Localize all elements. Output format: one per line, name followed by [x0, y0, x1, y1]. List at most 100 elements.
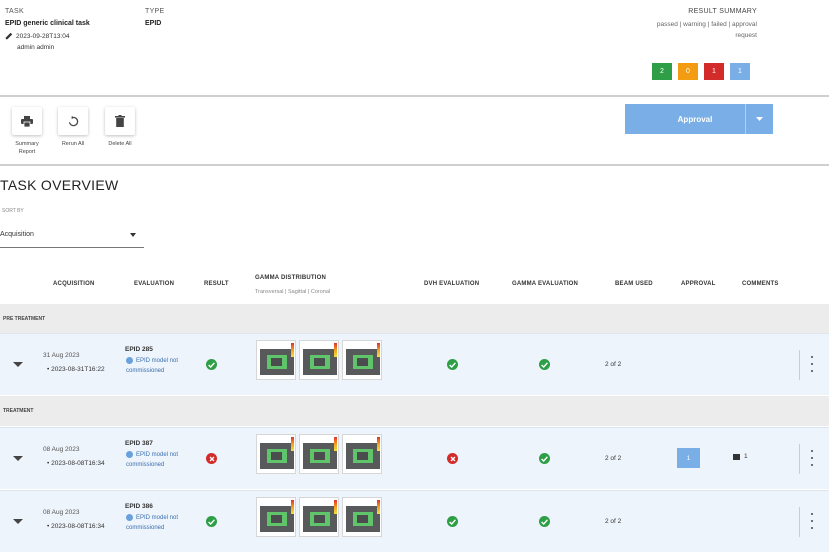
printer-icon: [21, 115, 33, 127]
more-options-icon[interactable]: [810, 450, 814, 466]
summary-report-tile[interactable]: [12, 107, 42, 135]
sort-by-value: Acquisition: [0, 231, 34, 238]
task-timestamp: 2023-09-28T13:04: [16, 32, 70, 40]
beams-used: 2 of 2: [605, 361, 622, 368]
approval-request-badge[interactable]: 1: [677, 448, 700, 468]
caret-down-icon: [756, 117, 763, 121]
delete-all-button[interactable]: Delete All: [104, 107, 136, 148]
type-value: EPID: [145, 20, 162, 27]
gamma-coronal-thumbnail[interactable]: [342, 340, 382, 380]
dvh-passed-icon: [447, 516, 458, 527]
acquisition-date: 08 Aug 2023: [43, 509, 80, 516]
sort-by-label: SORT BY: [2, 208, 24, 214]
caret-down-icon: [130, 232, 136, 237]
acquisition-timestamp-value: 2023-08-31T16:22: [51, 366, 105, 373]
chevron-down-icon[interactable]: [12, 453, 24, 463]
warning-badge[interactable]: 0: [678, 63, 698, 80]
gamma-distribution-thumbnails: [256, 497, 382, 537]
col-evaluation[interactable]: EVALUATION: [134, 281, 174, 287]
col-gamma-evaluation[interactable]: GAMMA EVALUATION: [512, 281, 578, 287]
comment-icon: [733, 453, 740, 460]
task-info: TASK EPID generic clinical task 2023-09-…: [5, 8, 90, 51]
approval-button[interactable]: Approval: [625, 104, 773, 134]
gamma-transversal-thumbnail[interactable]: [256, 340, 296, 380]
evaluation-name[interactable]: EPID 285: [125, 346, 153, 353]
row-separator: [799, 507, 800, 537]
evaluation-message: EPID model not commissioned: [126, 513, 202, 533]
gamma-coronal-thumbnail[interactable]: [342, 434, 382, 474]
table-row[interactable]: 08 Aug 2023 • 2023-08-08T16:34 EPID 386 …: [0, 490, 829, 552]
beams-used: 2 of 2: [605, 518, 622, 525]
result-summary-title: RESULT SUMMARY: [688, 8, 757, 15]
dvh-failed-icon: [447, 453, 458, 464]
passed-badge[interactable]: 2: [652, 63, 672, 80]
table-header: ACQUISITION EVALUATION RESULT GAMMA DIST…: [0, 270, 829, 304]
legend-line-1: passed | warning | failed | approval: [656, 21, 757, 28]
task-timestamp-line: 2023-09-28T13:04: [5, 32, 90, 40]
gamma-passed-icon: [539, 359, 550, 370]
comments-indicator[interactable]: 1: [733, 453, 748, 460]
acquisition-timestamp: • 2023-08-08T16:34: [47, 460, 105, 467]
col-result[interactable]: RESULT: [204, 281, 229, 287]
chevron-down-icon[interactable]: [12, 516, 24, 526]
gamma-passed-icon: [539, 453, 550, 464]
more-options-icon[interactable]: [810, 356, 814, 372]
col-gamma-subheader: Transversal | Sagittal | Coronal: [255, 289, 331, 295]
more-options-icon[interactable]: [810, 513, 814, 529]
type-label: TYPE: [145, 8, 165, 15]
summary-report-label-1: Summary: [15, 141, 39, 147]
acquisition-timestamp-value: 2023-08-08T16:34: [51, 523, 105, 530]
col-comments[interactable]: COMMENTS: [742, 281, 779, 287]
chevron-down-icon[interactable]: [12, 359, 24, 369]
result-summary-legend: passed | warning | failed | approval req…: [607, 19, 757, 41]
table-row[interactable]: 31 Aug 2023 • 2023-08-31T16:22 EPID 285 …: [0, 333, 829, 395]
delete-all-label: Delete All: [108, 141, 132, 147]
result-summary: RESULT SUMMARY passed | warning | failed…: [607, 8, 757, 41]
task-label: TASK: [5, 8, 24, 15]
info-icon: [126, 356, 133, 364]
evaluation-name[interactable]: EPID 386: [125, 503, 153, 510]
refresh-icon: [68, 115, 78, 126]
result-failed-icon: [206, 453, 217, 464]
trash-icon: [115, 115, 125, 127]
toolbar-divider: [0, 164, 829, 166]
summary-report-button[interactable]: Summary Report: [11, 107, 43, 156]
col-gamma-distribution[interactable]: GAMMA DISTRIBUTION: [255, 275, 326, 281]
type-info: TYPE EPID: [145, 8, 164, 27]
col-approval[interactable]: APPROVAL: [681, 281, 716, 287]
summary-report-label: Summary Report: [11, 140, 43, 156]
row-separator: [799, 350, 800, 380]
failed-badge[interactable]: 1: [704, 63, 724, 80]
info-icon: [126, 513, 133, 521]
table-row[interactable]: 08 Aug 2023 • 2023-08-08T16:34 EPID 387 …: [0, 427, 829, 489]
delete-all-tile[interactable]: [105, 107, 135, 135]
gamma-transversal-thumbnail[interactable]: [256, 434, 296, 474]
gamma-sagittal-thumbnail[interactable]: [299, 434, 339, 474]
gamma-sagittal-thumbnail[interactable]: [299, 497, 339, 537]
result-passed-icon: [206, 359, 217, 370]
beams-used: 2 of 2: [605, 455, 622, 462]
col-acquisition[interactable]: ACQUISITION: [53, 281, 95, 287]
task-overview-title: TASK OVERVIEW: [0, 177, 119, 193]
info-icon: [126, 450, 133, 458]
gamma-sagittal-thumbnail[interactable]: [299, 340, 339, 380]
gamma-transversal-thumbnail[interactable]: [256, 497, 296, 537]
gamma-coronal-thumbnail[interactable]: [342, 497, 382, 537]
legend-line-2: request: [735, 32, 757, 39]
gamma-distribution-thumbnails: [256, 434, 382, 474]
col-beam-used[interactable]: BEAM USED: [615, 281, 653, 287]
evaluation-name[interactable]: EPID 387: [125, 440, 153, 447]
approval-request-badge[interactable]: 1: [730, 63, 750, 80]
acquisition-timestamp: • 2023-08-31T16:22: [47, 366, 105, 373]
acquisition-timestamp-value: 2023-08-08T16:34: [51, 460, 105, 467]
task-user: admin admin: [17, 44, 55, 51]
pencil-icon[interactable]: [5, 32, 13, 40]
rerun-all-tile[interactable]: [58, 107, 88, 135]
acquisition-date: 08 Aug 2023: [43, 446, 80, 453]
gamma-passed-icon: [539, 516, 550, 527]
approval-dropdown-caret[interactable]: [745, 104, 773, 134]
col-dvh-evaluation[interactable]: DVH EVALUATION: [424, 281, 479, 287]
rerun-all-button[interactable]: Rerun All: [57, 107, 89, 148]
dvh-passed-icon: [447, 359, 458, 370]
sort-by-select[interactable]: Acquisition: [0, 222, 144, 248]
